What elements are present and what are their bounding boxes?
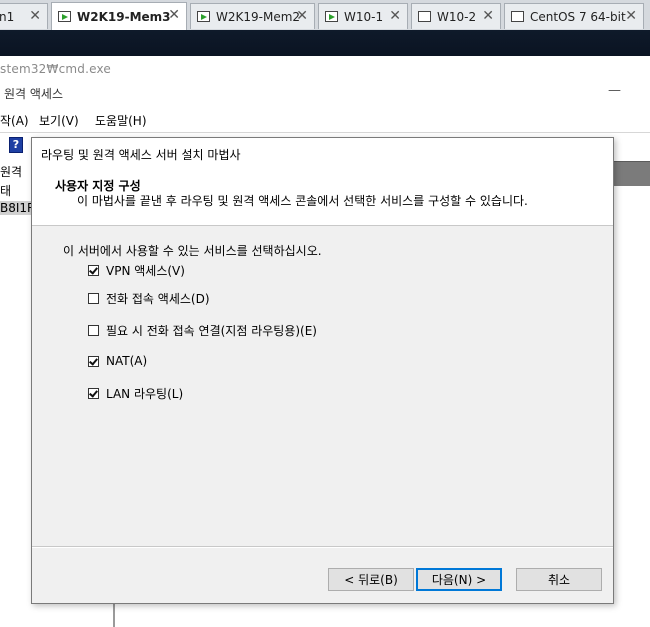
tree-item-server[interactable]: B8I1R (0, 201, 35, 215)
option-label: NAT(A) (106, 354, 148, 368)
close-icon[interactable]: ✕ (482, 8, 494, 24)
vm-tab-1[interactable]: n1 ✕ (0, 3, 48, 29)
vm-tab-strip: n1 ✕ W2K19-Mem3 ✕ W2K19-Mem2 ✕ W10-1 ✕ W… (0, 0, 650, 31)
tree-item-status[interactable]: 태 (0, 182, 11, 199)
menu-view[interactable]: 보기(V) (39, 112, 79, 129)
cancel-button[interactable]: 취소 (516, 568, 602, 591)
vm-tab-label: W2K19-Mem2 (216, 9, 301, 24)
option-lan-routing[interactable]: LAN 라우팅(L) (88, 385, 183, 401)
vm-tab-label: n1 (0, 9, 15, 24)
wizard-title: 라우팅 및 원격 액세스 서버 설치 마법사 (41, 148, 241, 162)
vm-tab-w10-2[interactable]: W10-2 ✕ (411, 3, 501, 29)
vm-tab-label: W10-1 (344, 9, 384, 24)
back-button[interactable]: < 뒤로(B) (328, 568, 414, 591)
vm-tab-label: W2K19-Mem3 (77, 9, 171, 24)
wizard-heading: 사용자 지정 구성 (55, 179, 141, 193)
rras-window-title: 원격 액세스 (4, 87, 64, 101)
vm-icon (418, 11, 431, 22)
option-dialup[interactable]: 전화 접속 액세스(D) (88, 290, 210, 306)
close-icon[interactable]: ✕ (168, 7, 180, 23)
vpn-checkbox[interactable] (88, 264, 99, 276)
close-icon[interactable]: ✕ (625, 8, 637, 24)
option-label: 전화 접속 액세스(D) (106, 291, 210, 306)
close-icon[interactable]: ✕ (389, 8, 401, 24)
nat-checkbox[interactable] (88, 355, 99, 367)
demand-dial-checkbox[interactable] (88, 324, 99, 336)
tree-item-remote[interactable]: 원격 (0, 163, 22, 180)
vm-tab-w2k19-mem3[interactable]: W2K19-Mem3 ✕ (51, 2, 187, 30)
menu-help[interactable]: 도움말(H) (95, 112, 147, 129)
rras-setup-wizard: 라우팅 및 원격 액세스 서버 설치 마법사 사용자 지정 구성 이 마법사를 … (31, 137, 614, 604)
option-demand-dial[interactable]: 필요 시 전화 접속 연결(지점 라우팅용)(E) (88, 322, 317, 338)
vm-tab-centos[interactable]: CentOS 7 64-bit ✕ (504, 3, 644, 29)
lan-routing-checkbox[interactable] (88, 387, 99, 399)
wizard-titlebar: 라우팅 및 원격 액세스 서버 설치 마법사 (32, 138, 613, 168)
wizard-description: 이 마법사를 끝낸 후 라우팅 및 원격 액세스 콘솔에서 선택한 서비스를 구… (77, 194, 528, 208)
vm-console-bar (0, 30, 650, 56)
close-icon[interactable]: ✕ (29, 8, 41, 24)
vm-icon (511, 11, 524, 22)
vm-running-icon (58, 11, 71, 22)
vm-tab-w2k19-mem2[interactable]: W2K19-Mem2 ✕ (190, 3, 315, 29)
option-label: VPN 액세스(V) (106, 263, 185, 278)
option-nat[interactable]: NAT(A) (88, 353, 147, 369)
menu-action[interactable]: 작(A) (0, 112, 29, 129)
vm-tab-label: W10-2 (437, 9, 477, 24)
close-icon[interactable]: ✕ (296, 8, 308, 24)
option-label: 필요 시 전화 접속 연결(지점 라우팅용)(E) (106, 323, 317, 338)
button-separator-highlight (32, 547, 613, 548)
option-label: LAN 라우팅(L) (106, 386, 184, 401)
toolbar-divider (0, 132, 650, 133)
dialup-checkbox[interactable] (88, 292, 99, 304)
vm-tab-label: CentOS 7 64-bit (530, 9, 626, 24)
help-icon[interactable]: ? (9, 137, 23, 153)
service-prompt: 이 서버에서 사용할 수 있는 서비스를 선택하십시오. (63, 244, 322, 258)
wizard-header: 사용자 지정 구성 이 마법사를 끝낸 후 라우팅 및 원격 액세스 콘솔에서 … (32, 168, 613, 226)
vm-running-icon (325, 11, 338, 22)
vm-tab-w10-1[interactable]: W10-1 ✕ (318, 3, 408, 29)
cmd-path-text: stem32₩cmd.exe (0, 62, 111, 76)
list-header (614, 161, 650, 186)
minimize-button[interactable]: — (608, 83, 621, 98)
next-button[interactable]: 다음(N) > (416, 568, 502, 591)
option-vpn[interactable]: VPN 액세스(V) (88, 262, 185, 278)
vm-running-icon (197, 11, 210, 22)
splitter (113, 603, 115, 627)
menu-bar: 작(A) 보기(V) 도움말(H) (0, 110, 650, 130)
